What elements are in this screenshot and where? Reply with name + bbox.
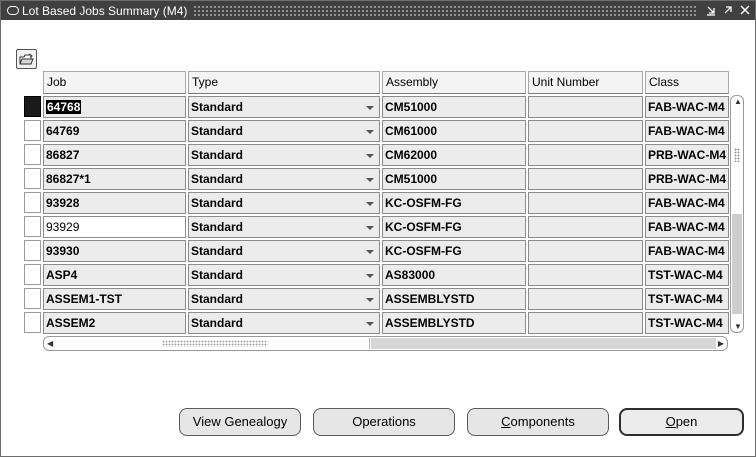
column-header-unit-number[interactable]: Unit Number: [528, 71, 643, 94]
column-header-assembly[interactable]: Assembly: [382, 71, 526, 94]
assembly-cell[interactable]: CM51000: [382, 96, 526, 118]
scroll-right-icon[interactable]: ▶: [718, 339, 724, 348]
job-cell[interactable]: 64769: [43, 120, 186, 142]
unit-number-cell[interactable]: [528, 192, 643, 214]
assembly-cell[interactable]: KC-OSFM-FG: [382, 216, 526, 238]
job-cell[interactable]: ASSEM2: [43, 312, 186, 334]
class-cell[interactable]: FAB-WAC-M4: [645, 240, 729, 262]
open-folder-icon[interactable]: [16, 49, 37, 69]
column-header-job[interactable]: Job: [43, 71, 186, 94]
minimize-icon[interactable]: [704, 4, 718, 18]
vertical-scroll-thumb[interactable]: [732, 214, 742, 314]
class-cell[interactable]: FAB-WAC-M4: [645, 192, 729, 214]
unit-number-cell[interactable]: [528, 264, 643, 286]
window-title: Lot Based Jobs Summary (M4): [22, 3, 188, 18]
unit-number-cell[interactable]: [528, 240, 643, 262]
assembly-cell[interactable]: AS83000: [382, 264, 526, 286]
type-select[interactable]: Standard: [188, 96, 380, 118]
row-selector[interactable]: [24, 120, 41, 141]
assembly-cell[interactable]: CM61000: [382, 120, 526, 142]
column-header-class[interactable]: Class: [645, 71, 729, 94]
row-selector[interactable]: [24, 96, 41, 117]
assembly-cell[interactable]: KC-OSFM-FG: [382, 192, 526, 214]
unit-number-cell[interactable]: [528, 168, 643, 190]
job-cell[interactable]: ASSEM1-TST: [43, 288, 186, 310]
operations-button[interactable]: Operations: [313, 408, 455, 436]
job-cell[interactable]: 86827*1: [43, 168, 186, 190]
unit-number-cell[interactable]: [528, 96, 643, 118]
scrollbar-grip: [734, 148, 740, 162]
job-cell[interactable]: 93928: [43, 192, 186, 214]
row-selector[interactable]: [24, 192, 41, 213]
components-button[interactable]: Components: [467, 408, 609, 436]
type-select[interactable]: Standard: [188, 264, 380, 286]
open-button[interactable]: Open: [619, 408, 744, 436]
class-cell[interactable]: TST-WAC-M4: [645, 312, 729, 334]
job-cell[interactable]: 93929: [43, 216, 186, 238]
row-selector[interactable]: [24, 216, 41, 237]
class-cell[interactable]: PRB-WAC-M4: [645, 144, 729, 166]
type-select[interactable]: Standard: [188, 192, 380, 214]
assembly-cell[interactable]: ASSEMBLYSTD: [382, 312, 526, 334]
type-select[interactable]: Standard: [188, 120, 380, 142]
unit-number-cell[interactable]: [528, 312, 643, 334]
row-selector[interactable]: [24, 264, 41, 285]
class-cell[interactable]: TST-WAC-M4: [645, 264, 729, 286]
title-bar: Lot Based Jobs Summary (M4): [1, 1, 755, 20]
job-cell[interactable]: 86827: [43, 144, 186, 166]
row-selector[interactable]: [24, 144, 41, 165]
type-select[interactable]: Standard: [188, 144, 380, 166]
class-cell[interactable]: FAB-WAC-M4: [645, 96, 729, 118]
type-select[interactable]: Standard: [188, 312, 380, 334]
assembly-cell[interactable]: CM62000: [382, 144, 526, 166]
row-selector[interactable]: [24, 312, 41, 333]
window-menu-icon[interactable]: [7, 6, 19, 15]
unit-number-cell[interactable]: [528, 216, 643, 238]
title-bar-grip: [193, 5, 698, 16]
vertical-scrollbar[interactable]: ▲ ▼: [730, 95, 744, 333]
view-genealogy-button[interactable]: View Genealogy: [179, 408, 301, 436]
job-cell[interactable]: 93930: [43, 240, 186, 262]
scroll-down-icon[interactable]: ▼: [734, 322, 742, 331]
scroll-up-icon[interactable]: ▲: [734, 97, 742, 106]
type-select[interactable]: Standard: [188, 240, 380, 262]
unit-number-cell[interactable]: [528, 120, 643, 142]
scroll-left-icon[interactable]: ◀: [47, 339, 53, 348]
row-selector[interactable]: [24, 168, 41, 189]
horizontal-scroll-track[interactable]: [371, 338, 716, 349]
row-selector[interactable]: [24, 240, 41, 261]
unit-number-cell[interactable]: [528, 144, 643, 166]
class-cell[interactable]: FAB-WAC-M4: [645, 216, 729, 238]
lot-based-jobs-summary-window: Lot Based Jobs Summary (M4) Job Type Ass…: [0, 0, 756, 457]
job-cell[interactable]: 64768: [43, 96, 186, 118]
close-icon[interactable]: [738, 4, 752, 18]
job-cell[interactable]: ASP4: [43, 264, 186, 286]
column-header-type[interactable]: Type: [188, 71, 380, 94]
assembly-cell[interactable]: ASSEMBLYSTD: [382, 288, 526, 310]
horizontal-scrollbar[interactable]: ◀ ▶: [43, 336, 728, 351]
row-selector[interactable]: [24, 288, 41, 309]
scrollbar-grip: [162, 340, 268, 347]
class-cell[interactable]: TST-WAC-M4: [645, 288, 729, 310]
class-cell[interactable]: FAB-WAC-M4: [645, 120, 729, 142]
type-select[interactable]: Standard: [188, 216, 380, 238]
class-cell[interactable]: PRB-WAC-M4: [645, 168, 729, 190]
unit-number-cell[interactable]: [528, 288, 643, 310]
selected-text: 64768: [46, 100, 82, 114]
assembly-cell[interactable]: CM51000: [382, 168, 526, 190]
type-select[interactable]: Standard: [188, 288, 380, 310]
maximize-icon[interactable]: [721, 4, 735, 18]
assembly-cell[interactable]: KC-OSFM-FG: [382, 240, 526, 262]
type-select[interactable]: Standard: [188, 168, 380, 190]
